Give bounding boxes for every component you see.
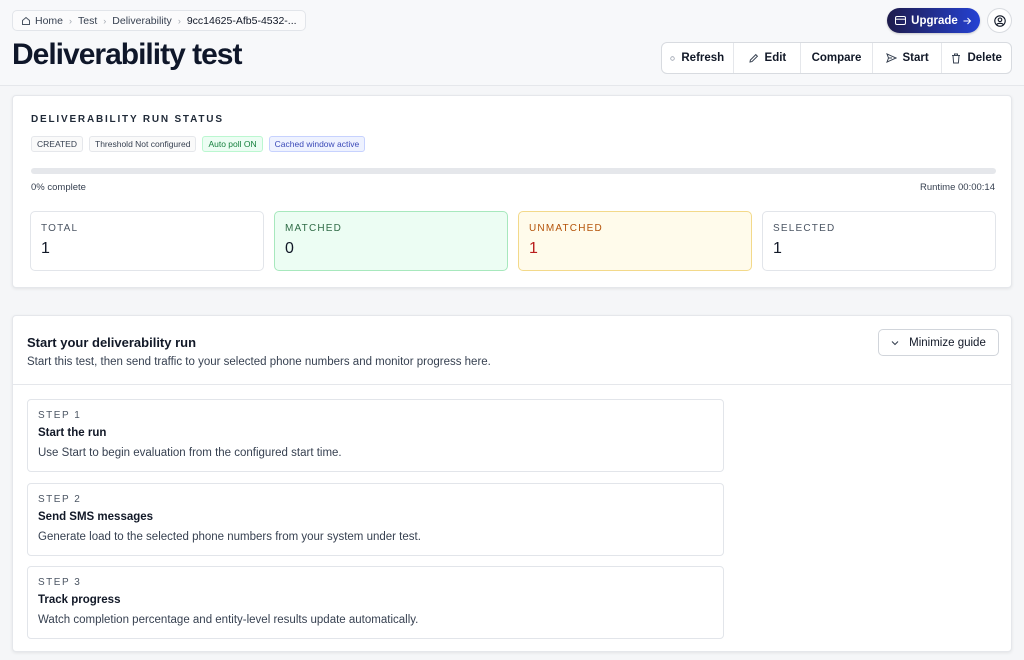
send-icon [885,53,897,63]
status-badges: CREATED Threshold Not configured Auto po… [31,136,366,152]
compare-label: Compare [811,52,862,64]
breadcrumb-item-home[interactable]: Home [21,15,63,27]
status-badge-auto-poll: Auto poll ON [202,136,263,152]
breadcrumb-home-label: Home [35,14,64,27]
user-circle-icon [993,14,1006,27]
stat-matched-value: 0 [285,240,294,257]
stat-unmatched-value: 1 [529,240,538,257]
run-guide-card: Start your deliverability run Start this… [12,315,1012,652]
refresh-dot-icon [670,55,676,61]
upgrade-button[interactable]: Upgrade [887,8,980,33]
page-title: Deliverability test [12,38,242,71]
delete-button[interactable]: Delete [942,43,1011,73]
runtime-readout: Runtime 00:00:14 [920,182,995,193]
chevron-right-icon: › [103,15,107,26]
compare-button[interactable]: Compare [801,43,873,73]
guide-step: STEP 1 Start the run Use Start to begin … [27,399,724,472]
minimize-guide-button[interactable]: Minimize guide [878,329,999,356]
card-icon [895,16,907,25]
start-label: Start [902,52,929,64]
chevron-right-icon: › [177,15,181,26]
top-header: Home › Test › Deliverability › 9cc14625-… [0,0,1024,86]
progress-label: 0% complete [31,182,86,193]
minimize-guide-label: Minimize guide [909,336,986,349]
stat-selected-label: SELECTED [773,223,836,234]
home-icon [21,16,31,26]
status-badge-threshold: Threshold Not configured [89,136,197,152]
status-badge-created: CREATED [31,136,83,152]
step-description: Use Start to begin evaluation from the c… [38,447,342,459]
status-badge-cached-window: Cached window active [268,136,366,152]
step-number: STEP 2 [38,494,82,505]
breadcrumb-item-current: 9cc14625-Afb5-4532-... [186,14,297,27]
guide-title: Start your deliverability run [27,335,197,350]
stat-matched-label: MATCHED [285,223,343,234]
edit-button[interactable]: Edit [734,43,802,73]
progress-bar [31,168,996,174]
refresh-label: Refresh [681,52,725,64]
guide-step: STEP 2 Send SMS messages Generate load t… [27,483,724,556]
refresh-button[interactable]: Refresh [662,43,734,73]
stat-unmatched-label: UNMATCHED [529,223,603,234]
pencil-icon [748,53,759,64]
step-number: STEP 1 [38,410,82,421]
breadcrumb-item-deliverability[interactable]: Deliverability [112,15,172,27]
chevron-right-icon: › [69,15,73,26]
run-status-heading: DELIVERABILITY RUN STATUS [31,114,224,125]
stat-total: TOTAL 1 [30,211,264,271]
edit-label: Edit [764,52,787,64]
chevron-down-icon [891,340,899,346]
step-title: Send SMS messages [38,511,154,523]
stat-selected-value: 1 [773,240,782,257]
guide-subtitle: Start this test, then send traffic to yo… [27,356,491,368]
user-menu-button[interactable] [987,8,1012,33]
step-number: STEP 3 [38,577,82,588]
upgrade-label: Upgrade [911,14,958,27]
step-description: Watch completion percentage and entity-l… [38,614,419,626]
start-button[interactable]: Start [873,43,943,73]
stat-unmatched: UNMATCHED 1 [518,211,752,271]
trash-icon [951,53,961,64]
step-title: Track progress [38,594,121,606]
stat-selected: SELECTED 1 [762,211,996,271]
stat-total-value: 1 [41,240,50,257]
stat-matched: MATCHED 0 [274,211,508,271]
breadcrumb-item-test[interactable]: Test [78,15,97,27]
run-status-card: DELIVERABILITY RUN STATUS CREATED Thresh… [12,95,1012,288]
arrow-right-icon [963,17,972,25]
step-title: Start the run [38,427,107,439]
breadcrumb: Home › Test › Deliverability › 9cc14625-… [12,10,306,31]
guide-step: STEP 3 Track progress Watch completion p… [27,566,724,639]
stat-total-label: TOTAL [41,223,79,234]
divider [13,384,1011,385]
delete-label: Delete [967,52,1002,64]
step-description: Generate load to the selected phone numb… [38,531,421,543]
action-toolbar: Refresh Edit Compare Start Delete [661,42,1012,74]
